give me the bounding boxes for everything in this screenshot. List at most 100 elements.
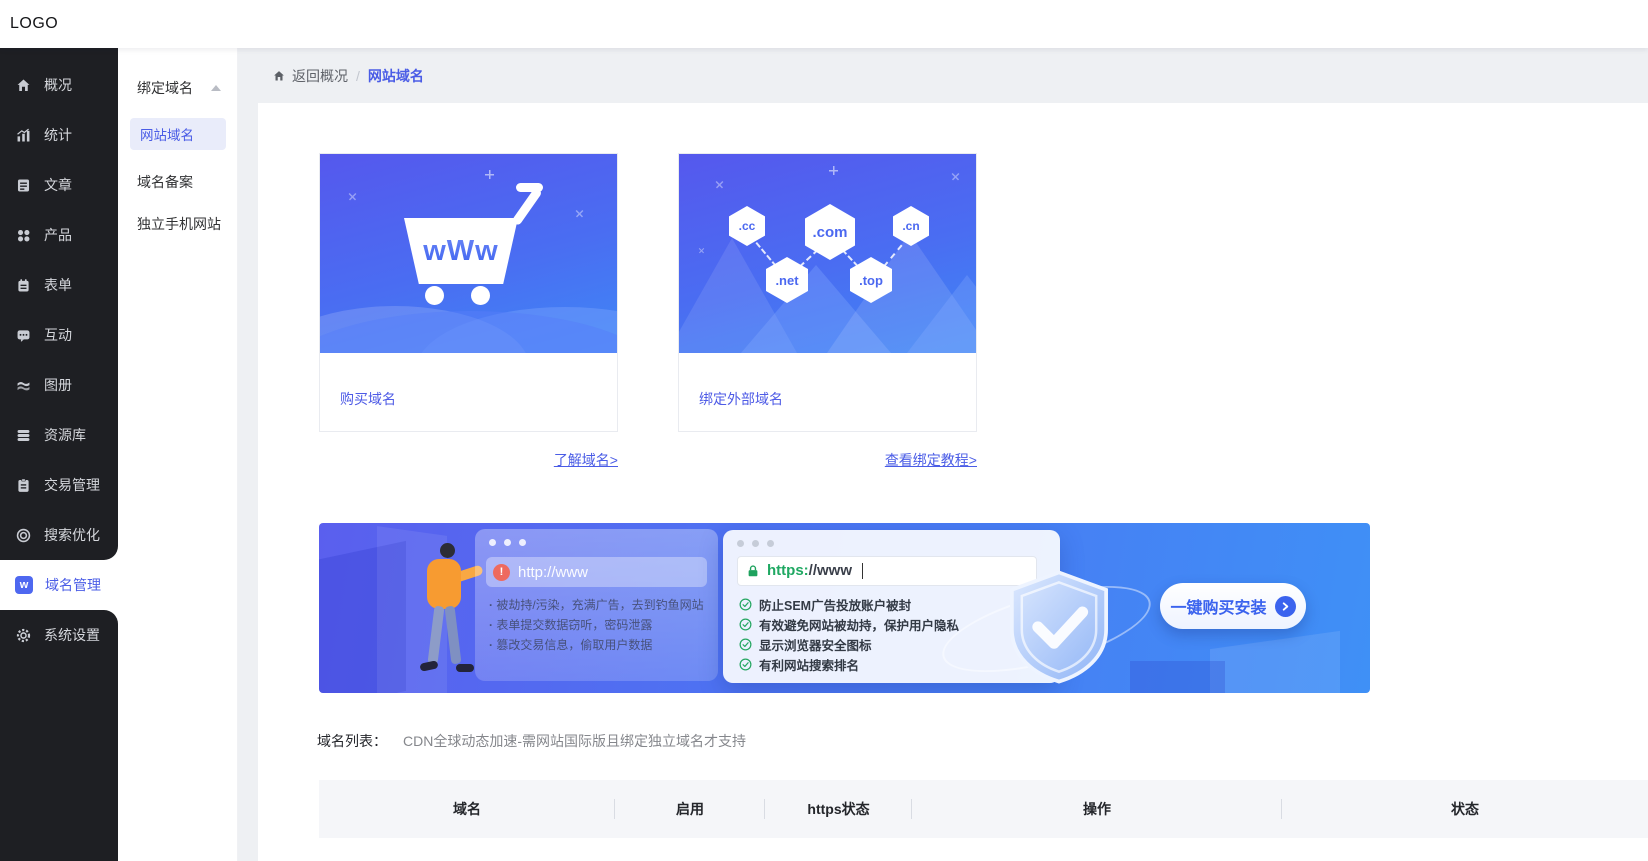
- sidebar-item-label: 图册: [44, 377, 72, 393]
- sidebar-item-label: 搜索优化: [44, 527, 100, 543]
- column-header-actions: 操作: [912, 799, 1282, 819]
- sparkle-icon: [697, 246, 706, 255]
- seo-icon: [16, 528, 31, 542]
- http-address-bar: ! http://www: [486, 557, 707, 587]
- secondary-sidebar: 绑定域名 网站域名 域名备案 独立手机网站: [118, 48, 238, 861]
- domain-list-caption: 域名列表： CDN全球动态加速-需网站国际版且绑定独立域名才支持: [317, 731, 746, 751]
- one-click-buy-button[interactable]: 一键购买安装: [1160, 583, 1306, 629]
- domain-w-icon: w: [15, 576, 33, 594]
- sidebar-item-domains-active[interactable]: w 域名管理: [0, 560, 118, 610]
- check-circle-icon: [739, 658, 752, 670]
- sidebar-item-articles[interactable]: 文章: [0, 160, 118, 210]
- learn-domain-link[interactable]: 了解域名>: [319, 450, 618, 470]
- connector-line: [755, 242, 777, 268]
- domain-list-hint: CDN全球动态加速-需网站国际版且绑定独立域名才支持: [403, 733, 746, 749]
- sidebar-item-overview[interactable]: 概况: [0, 60, 118, 110]
- database-icon: [17, 429, 30, 441]
- https-url-text: //www: [808, 562, 852, 579]
- sparkle-icon: [485, 170, 494, 179]
- benefit-item: 有利网站搜索排名: [739, 654, 959, 674]
- home-icon: [274, 70, 284, 81]
- domain-table-header: 域名 启用 https状态 操作 状态: [319, 780, 1648, 838]
- sidebar-upper-block: 概况 统计 文章 产品 表单 互动 图册 资源库 交易管理 搜索优化: [0, 48, 118, 560]
- risk-item: 篡改交易信息，偷取用户数据: [489, 635, 704, 655]
- tld-hexagon-cc: .cc: [729, 206, 765, 246]
- gear-icon: [16, 628, 31, 642]
- cube-shape: [1210, 630, 1340, 693]
- sidebar-item-trade[interactable]: 交易管理: [0, 460, 118, 510]
- breadcrumb-back[interactable]: 返回概况: [272, 66, 348, 86]
- bind-domain-label: 绑定外部域名: [699, 391, 783, 407]
- sidebar-item-products[interactable]: 产品: [0, 210, 118, 260]
- main-area: 返回概况 / 网站域名 wWw 购买域名 .cc .com .cn .net .…: [238, 48, 1648, 861]
- app-logo: LOGO: [10, 15, 59, 32]
- sparkle-icon: [829, 166, 838, 175]
- submenu-item-domain-filing[interactable]: 域名备案: [118, 172, 237, 192]
- https-address-bar: https://www: [737, 556, 1037, 586]
- sidebar-item-gallery[interactable]: 图册: [0, 360, 118, 410]
- sidebar-item-settings[interactable]: 系统设置: [0, 610, 118, 660]
- cart-wheel-icon: [425, 286, 444, 305]
- breadcrumb-current: 网站域名: [367, 67, 424, 84]
- https-scheme-text: https:: [767, 562, 809, 579]
- sidebar-item-stats[interactable]: 统计: [0, 110, 118, 160]
- breadcrumb: 返回概况 / 网站域名: [238, 48, 1648, 103]
- risk-item: 表单提交数据窃听，密码泄露: [489, 615, 704, 635]
- buy-domain-card[interactable]: wWw 购买域名: [319, 153, 618, 432]
- benefit-item: 显示浏览器安全图标: [739, 634, 959, 654]
- sidebar-item-label: 域名管理: [45, 577, 101, 593]
- person-body: [427, 559, 461, 609]
- warning-icon: !: [493, 563, 510, 581]
- cart-wheel-icon: [471, 286, 490, 305]
- sidebar-item-label: 产品: [44, 227, 72, 243]
- window-dots-icon: [737, 540, 774, 547]
- sparkle-icon: [713, 178, 726, 191]
- submenu-item-mobile-site[interactable]: 独立手机网站: [118, 214, 237, 234]
- cart-handle-icon: [516, 183, 543, 192]
- collapse-arrow-icon: [211, 85, 221, 91]
- text-cursor: [862, 563, 863, 579]
- cta-label: 一键购买安装: [1170, 600, 1267, 617]
- sidebar-item-interaction[interactable]: 互动: [0, 310, 118, 360]
- bind-tutorial-link[interactable]: 查看绑定教程>: [678, 450, 977, 470]
- column-header-domain: 域名: [319, 799, 615, 819]
- primary-sidebar: 概况 统计 文章 产品 表单 互动 图册 资源库 交易管理 搜索优化 w 域名管…: [0, 48, 118, 861]
- chat-icon: [17, 329, 30, 342]
- stats-icon: [17, 128, 30, 141]
- sidebar-item-label: 文章: [44, 177, 72, 193]
- person-leg: [444, 605, 462, 665]
- window-dots-icon: [489, 539, 526, 546]
- person-head: [440, 543, 455, 558]
- risk-item: 被劫持/污染，充满广告，去到钓鱼网站: [489, 595, 703, 615]
- sidebar-item-seo[interactable]: 搜索优化: [0, 510, 118, 560]
- breadcrumb-back-label: 返回概况: [292, 67, 348, 84]
- content-panel: wWw 购买域名 .cc .com .cn .net .top 绑定外部域名 了…: [258, 103, 1648, 861]
- sidebar-item-label: 互动: [44, 327, 72, 343]
- gallery-icon: [17, 381, 30, 390]
- product-icon: [17, 229, 30, 241]
- person-shoe: [456, 664, 474, 672]
- column-header-status: 状态: [1451, 801, 1479, 817]
- bind-domain-card[interactable]: .cc .com .cn .net .top 绑定外部域名: [678, 153, 977, 432]
- check-circle-icon: [739, 638, 752, 650]
- lock-icon: [748, 565, 758, 577]
- sparkle-icon: [573, 207, 586, 220]
- http-url-text: http://www: [518, 563, 589, 581]
- cube-shape: [1130, 661, 1225, 693]
- www-art-text: wWw: [423, 234, 499, 267]
- chevron-right-icon: [1274, 595, 1296, 617]
- benefit-item: 有效避免网站被劫持，保护用户隐私: [739, 614, 959, 634]
- column-header-https-status: https状态: [765, 799, 912, 819]
- tld-hexagon-cn: .cn: [893, 206, 929, 246]
- connector-line: [799, 248, 819, 268]
- sidebar-item-label: 表单: [44, 277, 72, 293]
- sidebar-lower-block: 系统设置: [0, 610, 118, 861]
- submenu-group-binding[interactable]: 绑定域名: [137, 78, 221, 98]
- sparkle-icon: [949, 170, 962, 183]
- http-browser-mockup: ! http://www 被劫持/污染，充满广告，去到钓鱼网站 表单提交数据窃听…: [475, 529, 718, 681]
- submenu-item-website-domain[interactable]: 网站域名: [130, 118, 226, 150]
- sidebar-item-label: 交易管理: [44, 477, 100, 493]
- form-icon: [18, 278, 29, 291]
- sidebar-item-resources[interactable]: 资源库: [0, 410, 118, 460]
- sidebar-item-forms[interactable]: 表单: [0, 260, 118, 310]
